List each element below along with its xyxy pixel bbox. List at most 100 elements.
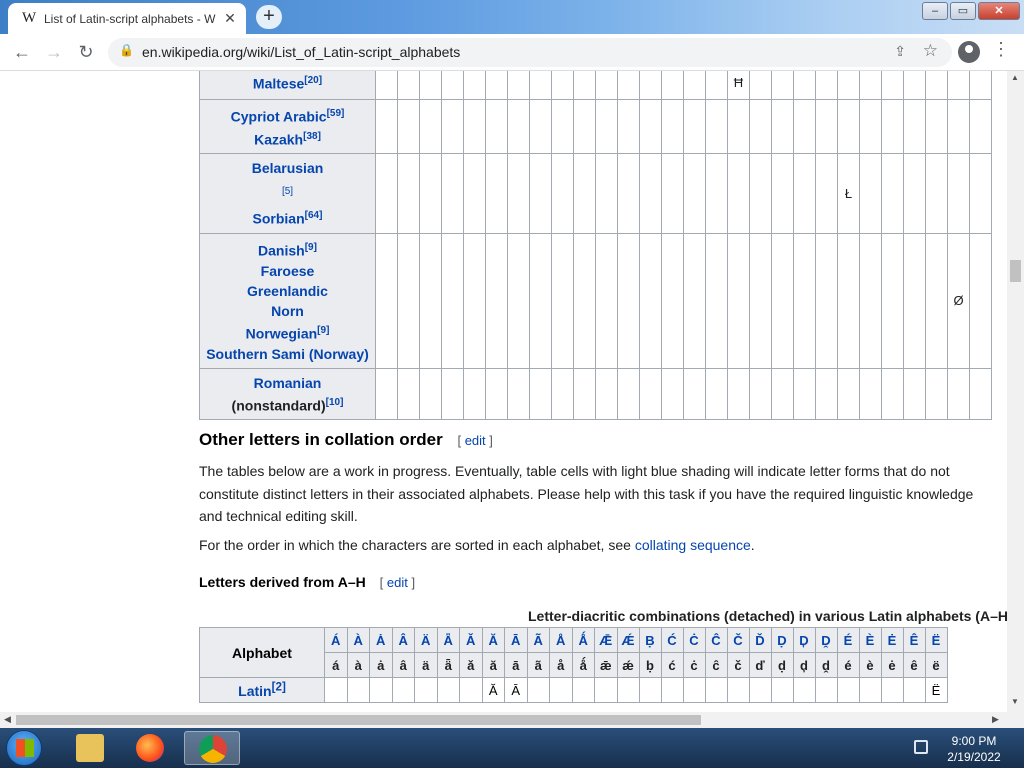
collating-sequence-link[interactable]: collating sequence [635, 537, 751, 553]
language-link[interactable]: Maltese[20] [204, 71, 371, 94]
scroll-left-arrow-icon[interactable]: ◀ [4, 714, 11, 725]
uppercase-letter-header[interactable]: Ǣ [594, 627, 618, 653]
edit-section-link[interactable]: edit [465, 433, 486, 448]
new-tab-button[interactable]: + [256, 5, 282, 29]
citation-ref[interactable]: [20] [304, 75, 322, 86]
uppercase-letter-header[interactable]: Ǟ [436, 627, 460, 653]
url-text[interactable]: en.wikipedia.org/wiki/List_of_Latin-scri… [142, 44, 460, 60]
uppercase-letter-header[interactable]: Č [726, 627, 750, 653]
chrome-button[interactable] [184, 731, 240, 765]
letter-cell [815, 98, 838, 155]
scrollbar-corner [1007, 712, 1024, 728]
letter-cell [836, 677, 860, 703]
back-icon[interactable]: ← [10, 41, 34, 65]
letter-cell [881, 367, 904, 421]
language-link[interactable]: [5] [204, 178, 371, 206]
table-row: Danish[9] Faroese Greenlandic Norn Norwegian… [199, 233, 992, 369]
language-link[interactable]: Southern Sami (Norway) [204, 344, 371, 364]
letter-cell [573, 367, 596, 421]
letter-cell [639, 367, 662, 421]
uppercase-letter-header[interactable]: Ǎ [459, 627, 483, 653]
uppercase-letter-header[interactable]: Ď [748, 627, 772, 653]
minimize-button[interactable]: – [922, 2, 948, 20]
uppercase-letter-header[interactable]: Ḑ [792, 627, 816, 653]
citation-ref[interactable]: [2] [272, 681, 286, 694]
uppercase-letter-header[interactable]: Â [391, 627, 415, 653]
uppercase-letter-header[interactable]: Á [324, 627, 348, 653]
uppercase-letter-header[interactable]: Ǻ [571, 627, 595, 653]
language-link[interactable]: Faroese [204, 261, 371, 281]
uppercase-letter-header[interactable]: Ä [414, 627, 438, 653]
uppercase-letter-header[interactable]: À [346, 627, 370, 653]
scroll-up-arrow-icon[interactable]: ▲ [1011, 73, 1019, 82]
uppercase-letter-header[interactable]: Ê [902, 627, 926, 653]
citation-ref[interactable]: [9] [305, 242, 317, 253]
vertical-scroll-thumb[interactable] [1010, 260, 1021, 282]
letter-cell [771, 98, 794, 155]
language-link[interactable]: Belarusian [204, 158, 371, 178]
letter-cell [639, 153, 662, 235]
scroll-down-arrow-icon[interactable]: ▼ [1011, 697, 1019, 706]
letter-cell [595, 233, 618, 369]
uppercase-letter-header[interactable]: Ā [504, 627, 528, 653]
uppercase-letter-header[interactable]: Ć [660, 627, 684, 653]
citation-ref[interactable]: [10] [326, 397, 344, 408]
citation-ref[interactable]: [38] [303, 131, 321, 142]
uppercase-letter-header[interactable]: È [858, 627, 882, 653]
uppercase-letter-header[interactable]: Ă [481, 627, 505, 653]
language-link[interactable]: Latin[2] [238, 681, 286, 700]
bookmark-star-icon[interactable]: ☆ [923, 41, 938, 61]
language-link[interactable]: Kazakh[38] [204, 127, 371, 150]
lock-icon[interactable]: 🔒 [119, 43, 134, 57]
letter-cell [903, 367, 926, 421]
start-button[interactable] [6, 730, 42, 766]
uppercase-letter-header[interactable]: Ǽ [616, 627, 640, 653]
uppercase-letter-header[interactable]: Ë [924, 627, 948, 653]
language-link[interactable]: Danish[9] [204, 238, 371, 261]
language-link[interactable]: Norn [204, 301, 371, 321]
citation-ref[interactable]: [59] [327, 108, 345, 119]
uppercase-letter-header[interactable]: Ċ [682, 627, 706, 653]
chrome-menu-icon[interactable]: ⋮ [992, 39, 1010, 60]
letter-cell [485, 233, 508, 369]
share-icon[interactable]: ⇪ [894, 43, 906, 60]
horizontal-scroll-thumb[interactable] [16, 715, 701, 725]
citation-ref[interactable]: [64] [305, 210, 323, 221]
firefox-button[interactable] [122, 731, 178, 765]
language-link[interactable]: Cypriot Arabic[59] [204, 104, 371, 127]
system-clock[interactable]: 9:00 PM 2/19/2022 [938, 733, 1010, 765]
maximize-button[interactable]: ▭ [950, 2, 976, 20]
uppercase-letter-header[interactable]: Ḅ [638, 627, 662, 653]
uppercase-letter-header[interactable]: Ė [880, 627, 904, 653]
edit-subsection-link[interactable]: edit [387, 575, 408, 590]
address-bar[interactable]: 🔒 en.wikipedia.org/wiki/List_of_Latin-sc… [108, 38, 952, 67]
language-link[interactable]: Romanian [204, 373, 371, 393]
forward-icon[interactable]: → [42, 41, 66, 65]
uppercase-letter-header[interactable]: Ḓ [814, 627, 838, 653]
close-tab-icon[interactable]: ✕ [222, 10, 238, 27]
letter-cell [639, 233, 662, 369]
uppercase-letter-header[interactable]: Ĉ [704, 627, 728, 653]
citation-ref[interactable]: [9] [317, 325, 329, 336]
profile-avatar-icon[interactable] [958, 41, 980, 63]
letter-cell [529, 153, 552, 235]
language-link[interactable]: Greenlandic [204, 281, 371, 301]
network-icon[interactable] [914, 740, 928, 754]
horizontal-scrollbar[interactable]: ◀ ▶ [0, 712, 1007, 728]
scroll-right-arrow-icon[interactable]: ▶ [992, 714, 999, 725]
letter-cell [925, 153, 948, 235]
vertical-scrollbar[interactable]: ▲ ▼ [1007, 71, 1024, 712]
close-window-button[interactable]: ✕ [978, 2, 1020, 20]
language-link[interactable]: Norwegian[9] [204, 321, 371, 344]
uppercase-letter-header[interactable]: Ḍ [770, 627, 794, 653]
file-explorer-button[interactable] [62, 731, 118, 765]
browser-tab[interactable]: W List of Latin-script alphabets - W ✕ [8, 3, 246, 34]
language-link[interactable]: Sorbian[64] [204, 206, 371, 229]
reload-icon[interactable]: ↻ [74, 41, 98, 65]
uppercase-letter-header[interactable]: Ȧ [369, 627, 393, 653]
uppercase-letter-header[interactable]: É [836, 627, 860, 653]
uppercase-letter-header[interactable]: Å [549, 627, 573, 653]
table-header-row: Alphabet Á À Ȧ Â Ä Ǟ Ǎ Ă Ā Ã Å Ǻ Ǣ Ǽ Ḅ Ć Ċ Ĉ Č Ď Ḍ Ḑ Ḓ É È Ė Ê Ë [199, 627, 948, 678]
letter-cell [837, 98, 860, 155]
uppercase-letter-header[interactable]: Ã [526, 627, 550, 653]
